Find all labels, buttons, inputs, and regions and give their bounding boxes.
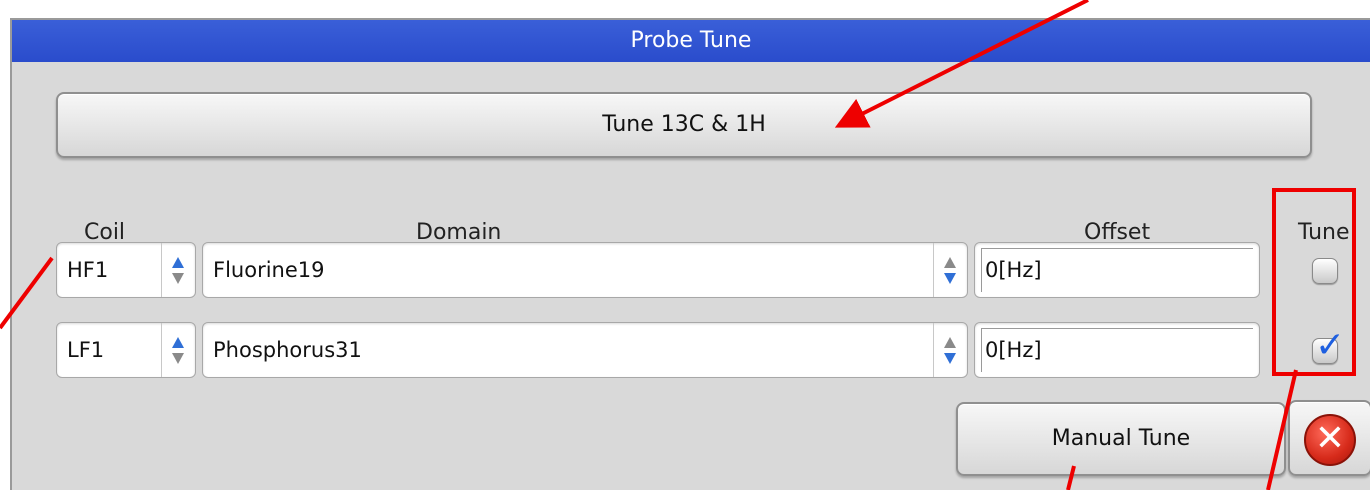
close-icon: ✕ [1304, 414, 1356, 466]
tune-checkbox-row1[interactable] [1312, 258, 1338, 284]
domain-select-row1[interactable]: Fluorine19 [202, 242, 968, 298]
coil-select-row2[interactable]: LF1 [56, 322, 196, 378]
close-button[interactable]: ✕ [1288, 400, 1370, 476]
offset-value-row1: 0[Hz] [985, 258, 1042, 282]
domain-spinner-row2[interactable] [933, 323, 967, 377]
spin-up-icon [172, 257, 184, 268]
spin-down-icon [944, 353, 956, 364]
domain-select-row2[interactable]: Phosphorus31 [202, 322, 968, 378]
dialog-title: Probe Tune [12, 20, 1370, 62]
spin-up-icon [172, 337, 184, 348]
offset-value-row2: 0[Hz] [985, 338, 1042, 362]
header-tune: Tune [1298, 220, 1350, 245]
spin-down-icon [172, 273, 184, 284]
coil-select-row1[interactable]: HF1 [56, 242, 196, 298]
spin-down-icon [944, 273, 956, 284]
coil-spinner-row2[interactable] [161, 323, 195, 377]
offset-input-row2[interactable]: 0[Hz] [974, 322, 1260, 378]
coil-value-row2: LF1 [67, 338, 105, 362]
coil-spinner-row1[interactable] [161, 243, 195, 297]
tune-checkbox-row2[interactable]: ✓ [1312, 325, 1345, 366]
offset-input-row1[interactable]: 0[Hz] [974, 242, 1260, 298]
spin-up-icon [944, 337, 956, 348]
domain-spinner-row1[interactable] [933, 243, 967, 297]
spin-down-icon [172, 353, 184, 364]
manual-tune-button[interactable]: Manual Tune [956, 402, 1286, 476]
domain-value-row2: Phosphorus31 [213, 338, 362, 362]
tune-13c-1h-button[interactable]: Tune 13C & 1H [56, 92, 1312, 158]
probe-tune-dialog: Probe Tune Tune 13C & 1H Coil Domain Off… [10, 18, 1370, 490]
domain-value-row1: Fluorine19 [213, 258, 325, 282]
spin-up-icon [944, 257, 956, 268]
checkmark-icon: ✓ [1315, 325, 1346, 366]
coil-value-row1: HF1 [67, 258, 109, 282]
